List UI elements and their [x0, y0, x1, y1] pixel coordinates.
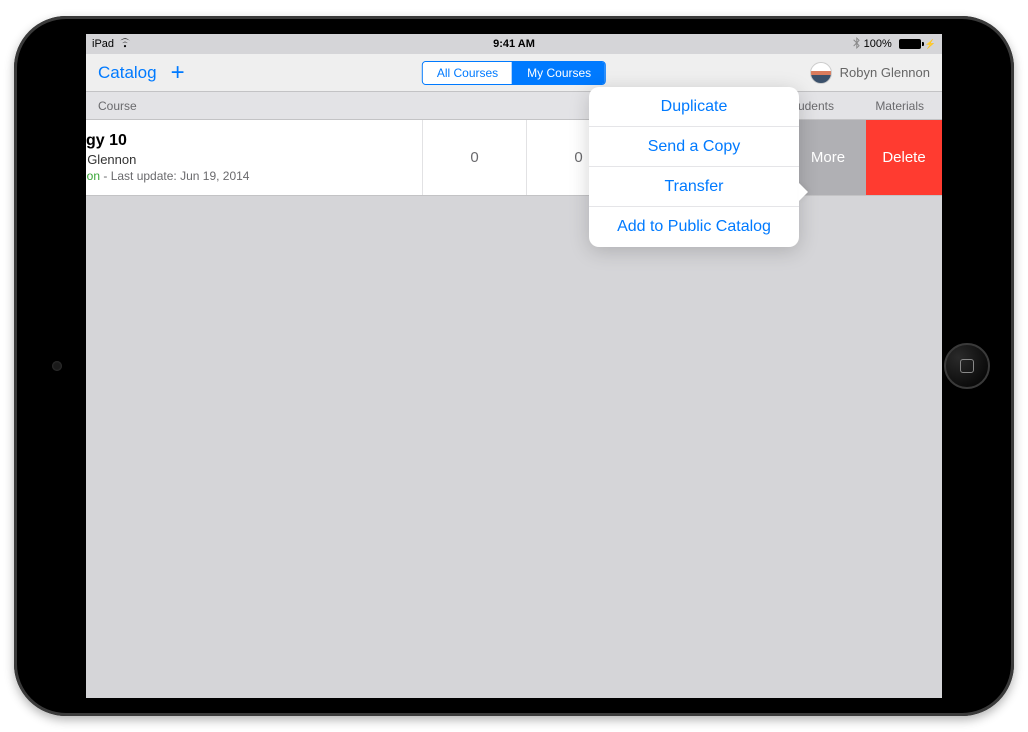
- column-materials: Materials: [852, 99, 942, 113]
- course-filter-segmented: All Courses My Courses: [422, 61, 606, 85]
- more-popover: Duplicate Send a Copy Transfer Add to Pu…: [589, 87, 799, 247]
- catalog-button[interactable]: Catalog: [98, 63, 157, 83]
- session-badge: In session: [86, 169, 100, 183]
- avatar: [810, 62, 832, 84]
- tab-my-courses[interactable]: My Courses: [512, 62, 605, 84]
- popover-send-copy[interactable]: Send a Copy: [589, 127, 799, 167]
- delete-button[interactable]: Delete: [866, 120, 942, 195]
- course-title: Biology 10: [86, 132, 422, 150]
- course-row[interactable]: Biology 10 Robyn Glennon In session - La…: [86, 120, 942, 196]
- home-button-square-icon: [960, 359, 974, 373]
- content-background: [86, 196, 942, 698]
- course-status: In session - Last update: Jun 19, 2014: [86, 169, 422, 183]
- column-header-row: Course Students Materials: [86, 92, 942, 120]
- popover-transfer[interactable]: Transfer: [589, 167, 799, 207]
- home-button[interactable]: [944, 343, 990, 389]
- battery-percentage: 100%: [864, 38, 892, 50]
- bluetooth-icon: [853, 37, 860, 52]
- tab-all-courses[interactable]: All Courses: [423, 62, 512, 84]
- screen: iPad 9:41 AM 100% ⚡ Catalog +: [86, 34, 942, 698]
- clock: 9:41 AM: [493, 38, 535, 50]
- nav-bar: Catalog + All Courses My Courses Robyn G…: [86, 54, 942, 92]
- username-label: Robyn Glennon: [840, 65, 930, 80]
- popover-duplicate[interactable]: Duplicate: [589, 87, 799, 127]
- camera-dot: [52, 361, 62, 371]
- wifi-icon: [118, 37, 132, 51]
- add-button[interactable]: +: [171, 61, 185, 85]
- last-update-text: - Last update: Jun 19, 2014: [100, 169, 249, 183]
- course-author: Robyn Glennon: [86, 152, 422, 167]
- course-info: Biology 10 Robyn Glennon In session - La…: [86, 120, 422, 195]
- device-label: iPad: [92, 38, 114, 50]
- status-bar: iPad 9:41 AM 100% ⚡: [86, 34, 942, 54]
- cell-students: 0: [422, 120, 526, 195]
- ipad-device-frame: iPad 9:41 AM 100% ⚡ Catalog +: [14, 16, 1014, 716]
- battery-icon: ⚡: [896, 39, 936, 50]
- popover-add-public[interactable]: Add to Public Catalog: [589, 207, 799, 247]
- user-menu[interactable]: Robyn Glennon: [810, 62, 930, 84]
